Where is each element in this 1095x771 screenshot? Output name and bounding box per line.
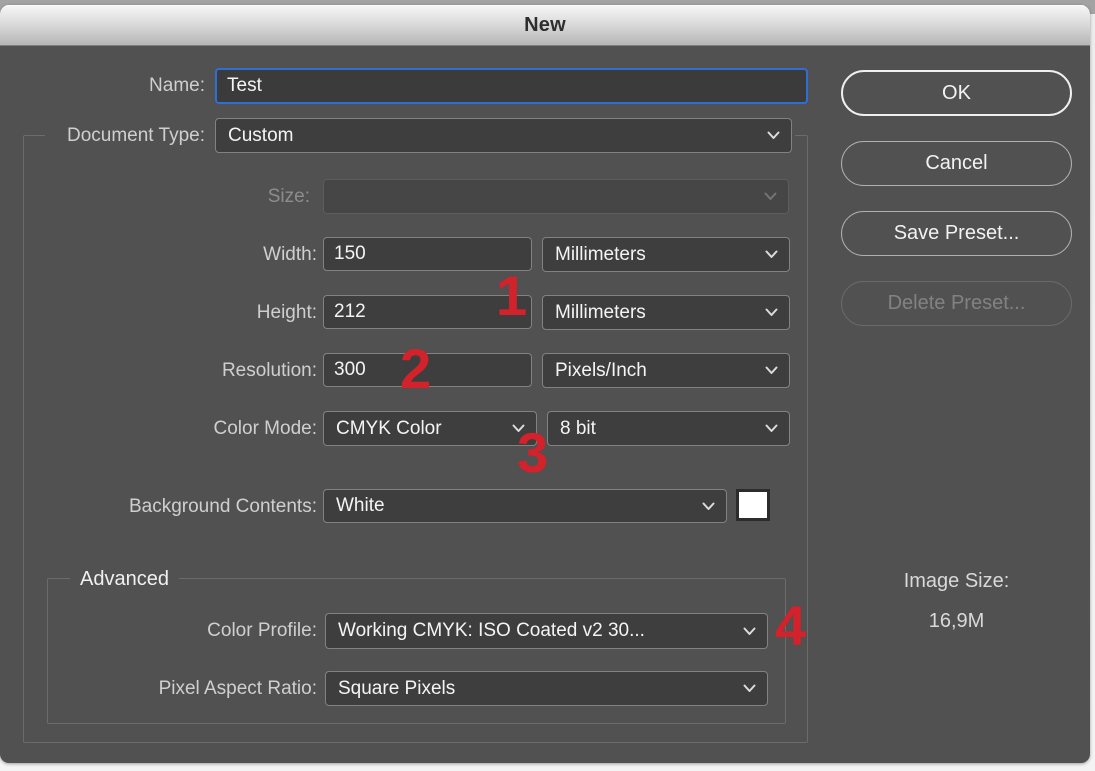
resolution-label: Resolution: — [157, 353, 317, 388]
new-document-dialog: New Name: Document Type: Custom Size: Wi… — [0, 5, 1090, 763]
background-color-swatch[interactable] — [736, 489, 770, 521]
document-type-label: Document Type: — [20, 118, 205, 153]
chevron-down-icon — [702, 502, 715, 511]
chevron-down-icon — [765, 250, 778, 259]
color-mode-label: Color Mode: — [157, 411, 317, 446]
width-unit-value: Millimeters — [555, 244, 646, 266]
advanced-legend: Advanced — [70, 565, 179, 593]
chevron-down-icon — [765, 308, 778, 317]
document-type-dropdown[interactable]: Custom — [215, 118, 792, 153]
annotation-marker-1: 1 — [496, 268, 527, 324]
chevron-down-icon — [764, 192, 777, 201]
chevron-down-icon — [765, 424, 778, 433]
dialog-title: New — [524, 14, 566, 37]
chevron-down-icon — [743, 684, 756, 693]
color-profile-label: Color Profile: — [117, 613, 317, 649]
resolution-unit-value: Pixels/Inch — [555, 360, 647, 382]
resolution-unit-dropdown[interactable]: Pixels/Inch — [542, 353, 790, 388]
name-input[interactable] — [215, 68, 808, 104]
name-label: Name: — [20, 68, 205, 103]
document-type-value: Custom — [228, 125, 293, 147]
size-label: Size: — [150, 179, 310, 214]
background-contents-label: Background Contents: — [57, 489, 317, 524]
delete-preset-button: Delete Preset... — [841, 281, 1072, 326]
chevron-down-icon — [743, 627, 756, 636]
cancel-button[interactable]: Cancel — [841, 141, 1072, 186]
bit-depth-dropdown[interactable]: 8 bit — [547, 411, 790, 446]
chevron-down-icon — [767, 131, 780, 140]
color-mode-value: CMYK Color — [336, 418, 442, 440]
height-unit-dropdown[interactable]: Millimeters — [542, 295, 790, 330]
size-dropdown — [323, 179, 789, 214]
background-contents-dropdown[interactable]: White — [323, 489, 727, 523]
color-profile-dropdown[interactable]: Working CMYK: ISO Coated v2 30... — [325, 613, 768, 649]
dialog-titlebar[interactable]: New — [0, 5, 1090, 46]
background-contents-value: White — [336, 495, 385, 517]
height-label: Height: — [157, 295, 317, 330]
annotation-marker-3: 3 — [517, 425, 548, 481]
ok-button[interactable]: OK — [841, 70, 1072, 116]
color-mode-dropdown[interactable]: CMYK Color — [323, 411, 537, 446]
bit-depth-value: 8 bit — [560, 418, 596, 440]
pixel-aspect-ratio-label: Pixel Aspect Ratio: — [97, 671, 317, 706]
annotation-marker-2: 2 — [400, 341, 431, 397]
image-size-label: Image Size: — [841, 566, 1072, 596]
chevron-down-icon — [765, 366, 778, 375]
color-profile-value: Working CMYK: ISO Coated v2 30... — [338, 620, 645, 642]
width-unit-dropdown[interactable]: Millimeters — [542, 237, 790, 272]
annotation-marker-4: 4 — [775, 598, 806, 654]
save-preset-button[interactable]: Save Preset... — [841, 211, 1072, 256]
image-size-value: 16,9M — [841, 606, 1072, 636]
height-unit-value: Millimeters — [555, 302, 646, 324]
pixel-aspect-ratio-value: Square Pixels — [338, 678, 455, 700]
pixel-aspect-ratio-dropdown[interactable]: Square Pixels — [325, 671, 768, 706]
width-label: Width: — [157, 237, 317, 272]
